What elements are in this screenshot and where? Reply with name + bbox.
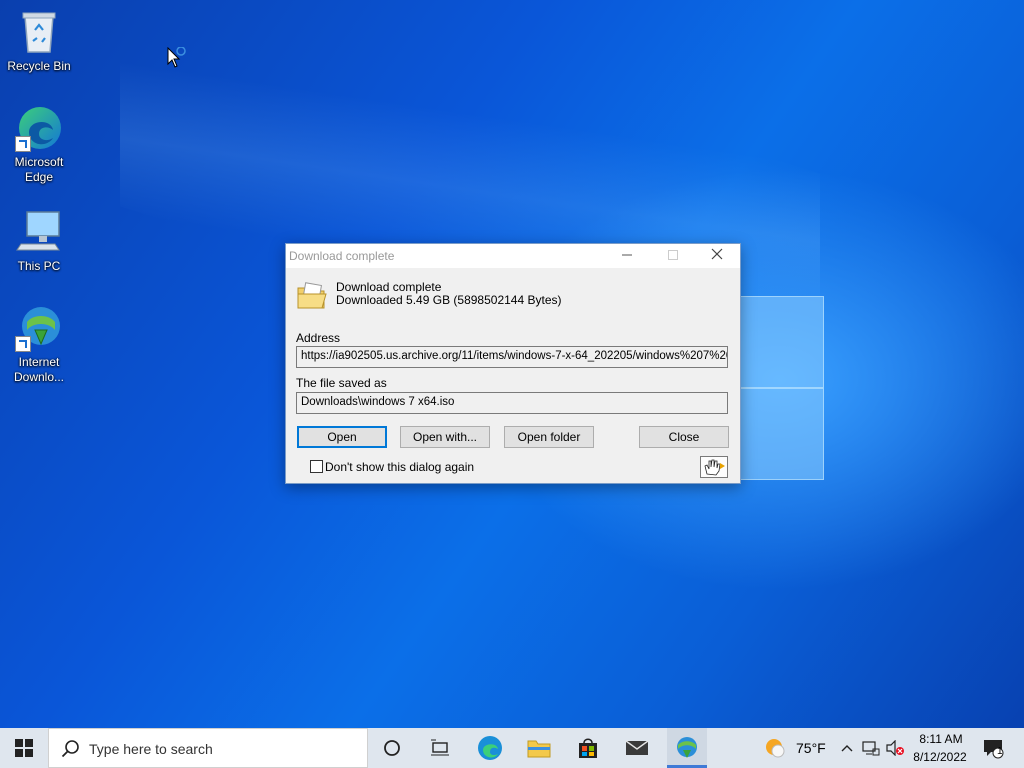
taskbar-file-explorer-button[interactable] [519,728,559,768]
desktop-icon-label: Microsoft Edge [14,155,64,184]
edge-icon [15,104,63,152]
open-with-button[interactable]: Open with... [400,426,490,448]
start-button[interactable] [0,728,48,768]
open-folder-button[interactable]: Open folder [504,426,594,448]
taskbar-edge-button[interactable] [470,728,510,768]
desktop-icon-label: This PC [17,259,61,273]
close-button[interactable]: Close [639,426,729,448]
weather-widget[interactable] [760,728,790,768]
dialog-title: Download complete [289,249,395,263]
network-button[interactable] [860,728,882,768]
hand-pointer-icon [704,459,725,476]
volume-muted-icon [886,740,904,756]
task-view-button[interactable] [420,728,460,768]
desktop-icon-label: Recycle Bin [7,59,71,73]
taskbar-store-button[interactable] [568,728,608,768]
edge-icon [478,736,502,760]
saved-as-field[interactable]: Downloads\windows 7 x64.iso [296,392,728,414]
dont-show-label[interactable]: Don't show this dialog again [325,460,474,474]
close-window-button[interactable] [694,244,740,268]
mouse-cursor-icon [167,46,191,76]
shortcut-arrow-icon [15,336,31,352]
minimize-button[interactable] [604,244,650,268]
search-placeholder: Type here to search [89,741,213,757]
maximize-button [650,244,696,268]
maximize-icon [668,250,678,260]
desktop-icon-idm[interactable]: Internet Downlo... [1,304,77,385]
computer-icon [15,208,63,256]
search-icon [61,739,81,764]
internet-download-manager-icon [677,737,697,758]
weather-sun-icon [766,739,785,758]
desktop-icon-label: Internet Downlo... [13,355,65,384]
close-icon [711,248,723,260]
clock-date[interactable]: 8/12/2022 [910,750,970,764]
taskbar-idm-button[interactable] [667,728,707,768]
desktop-icon-recycle-bin[interactable]: Recycle Bin [1,8,77,74]
open-folder-icon [296,280,328,315]
minimize-icon [622,254,632,256]
taskbar-mail-button[interactable] [617,728,657,768]
recycle-bin-icon [15,8,63,56]
shortcut-arrow-icon [15,136,31,152]
downloaded-size-text: Downloaded 5.49 GB (5898502144 Bytes) [336,293,562,307]
dont-show-checkbox[interactable] [310,460,323,473]
download-complete-dialog: Download complete Download complete Down… [285,243,741,484]
volume-button[interactable] [884,728,906,768]
drag-hand-button[interactable] [700,456,728,478]
cortana-circle-icon [384,740,400,756]
clock-time[interactable]: 8:11 AM [916,732,966,746]
windows-logo-wallpaper [738,288,824,480]
task-view-icon [431,739,449,756]
address-field[interactable]: https://ia902505.us.archive.org/11/items… [296,346,728,368]
show-hidden-icons-button[interactable] [838,728,856,768]
taskbar: Type here to search 75°F 8:11 AM 8/12/20… [0,728,1024,768]
dialog-titlebar[interactable]: Download complete [286,244,740,268]
open-button[interactable]: Open [297,426,387,448]
folder-icon [527,740,551,758]
mail-icon [625,740,649,755]
address-label: Address [296,331,341,345]
desktop-icon-this-pc[interactable]: This PC [1,208,77,274]
store-bag-icon [579,738,597,758]
notification-count: 1 [997,746,1003,757]
taskbar-search-box[interactable]: Type here to search [48,728,368,768]
windows-start-icon [15,739,33,757]
cortana-button[interactable] [372,728,412,768]
weather-temperature[interactable]: 75°F [796,740,826,756]
saved-as-label: The file saved as [296,376,387,390]
notification-center-button[interactable]: 1 [978,728,1008,768]
desktop-icon-edge[interactable]: Microsoft Edge [1,104,77,185]
network-icon [862,741,880,756]
dialog-heading: Download complete [336,280,442,294]
internet-download-manager-icon [15,304,63,352]
chevron-up-icon [841,745,853,752]
